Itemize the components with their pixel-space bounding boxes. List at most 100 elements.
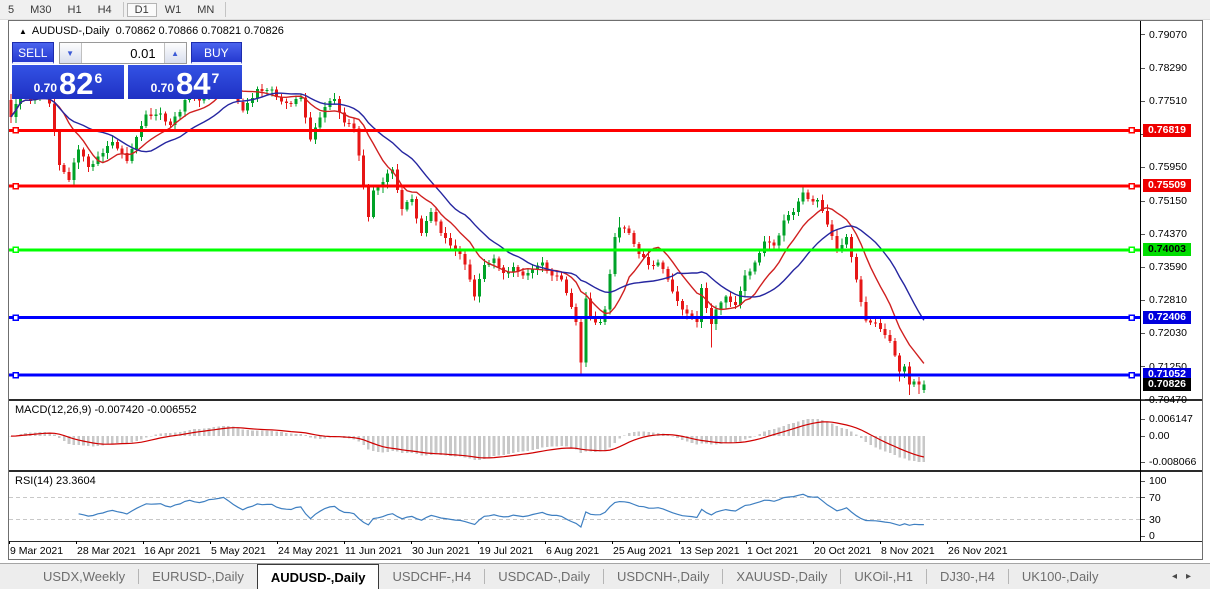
chart-tab-usdchf[interactable]: USDCHF-,H4 (379, 564, 484, 589)
sell-price-box[interactable]: 0.70 82 6 (12, 65, 124, 99)
time-axis-label: 26 Nov 2021 (948, 545, 1008, 557)
buy-price-box[interactable]: 0.70 84 7 (128, 65, 242, 99)
time-axis-label: 25 Aug 2021 (613, 545, 672, 557)
sell-price-sup: 6 (95, 70, 103, 86)
rsi-scale-tick (1141, 497, 1145, 498)
time-axis-tick (813, 541, 814, 544)
time-axis-tick (545, 541, 546, 544)
time-axis-label: 19 Jul 2021 (479, 545, 533, 557)
time-axis-label: 24 May 2021 (278, 545, 339, 557)
macd-name: MACD(12,26,9) (15, 404, 91, 416)
time-axis-label: 30 Jun 2021 (412, 545, 470, 557)
time-axis-tick (880, 541, 881, 544)
buy-price-prefix: 0.70 (151, 81, 174, 95)
price-scale-label: 0.79070 (1149, 29, 1187, 41)
price-scale-tick (1141, 300, 1145, 301)
price-scale-label: 0.77510 (1149, 95, 1187, 107)
chart-tab-usdcnh[interactable]: USDCNH-,Daily (604, 564, 722, 589)
chart-tab-uk100[interactable]: UK100-,Daily (1009, 564, 1112, 589)
timeframe-button-h1[interactable]: H1 (60, 3, 90, 17)
time-axis-label: 1 Oct 2021 (747, 545, 798, 557)
timeframe-button-5[interactable]: 5 (0, 3, 22, 17)
time-axis-tick (612, 541, 613, 544)
price-scale-tick (1141, 267, 1145, 268)
lot-increase-button[interactable]: ▲ (164, 43, 186, 63)
timeframe-button-w1[interactable]: W1 (157, 3, 190, 17)
macd-scale-tick (1141, 462, 1145, 463)
rsi-value: 23.3604 (56, 475, 96, 487)
macd-scale-label: -0.008066 (1149, 456, 1196, 468)
rsi-scale-label: 70 (1149, 492, 1161, 504)
rsi-scale-tick (1141, 536, 1145, 537)
lot-size-input[interactable] (82, 43, 164, 63)
price-scale-label: 0.73590 (1149, 261, 1187, 273)
time-axis-tick (478, 541, 479, 544)
time-axis-tick (277, 541, 278, 544)
rsi-panel-canvas[interactable] (9, 472, 1140, 541)
chart-tab-usdcad[interactable]: USDCAD-,Daily (485, 564, 603, 589)
macd-scale-label: 0.006147 (1149, 413, 1193, 425)
chart-tab-bar: USDX,WeeklyEURUSD-,DailyAUDUSD-,DailyUSD… (0, 563, 1210, 589)
chart-tab-eurusd[interactable]: EURUSD-,Daily (139, 564, 257, 589)
price-level-badge: 0.76819 (1143, 124, 1191, 137)
buy-button[interactable]: BUY (191, 42, 242, 64)
chart-tab-ukoil[interactable]: UKOil-,H1 (841, 564, 926, 589)
macd-scale-tick (1141, 419, 1145, 420)
price-scale-label: 0.74370 (1149, 228, 1187, 240)
chart-ohlc-values: 0.70862 0.70866 0.70821 0.70826 (116, 25, 284, 37)
price-level-badge: 0.74003 (1143, 243, 1191, 256)
time-axis-label: 28 Mar 2021 (77, 545, 136, 557)
sell-price-prefix: 0.70 (34, 81, 57, 95)
timeframe-toolbar: 5M30H1H4 D1W1MN (0, 0, 1210, 20)
rsi-scale-label: 0 (1149, 530, 1155, 542)
time-axis-tick (947, 541, 948, 544)
rsi-name: RSI(14) (15, 475, 53, 487)
sell-price-big: 82 (59, 70, 93, 98)
price-level-badge: 0.75509 (1143, 179, 1191, 192)
chart-window: ▲ AUDUSD-,Daily 0.70862 0.70866 0.70821 0… (8, 20, 1203, 560)
time-axis-label: 16 Apr 2021 (144, 545, 201, 557)
time-axis-tick (210, 541, 211, 544)
rsi-scale-tick (1141, 519, 1145, 520)
time-axis-border (9, 541, 1202, 542)
price-scale-tick (1141, 399, 1145, 400)
price-scale-tick (1141, 366, 1145, 367)
price-scale-tick (1141, 234, 1145, 235)
macd-indicator-label: MACD(12,26,9) -0.007420 -0.006552 (15, 404, 197, 416)
price-level-badge: 0.70826 (1143, 378, 1191, 391)
time-axis-tick (746, 541, 747, 544)
time-axis-tick (143, 541, 144, 544)
chart-tab-xauusd[interactable]: XAUUSD-,Daily (723, 564, 840, 589)
buy-price-sup: 7 (212, 70, 220, 86)
rsi-scale-label: 100 (1149, 475, 1167, 487)
chart-tab-usdx[interactable]: USDX,Weekly (30, 564, 138, 589)
time-axis-label: 5 May 2021 (211, 545, 266, 557)
timeframe-button-h4[interactable]: H4 (90, 3, 120, 17)
chart-tab-dj30[interactable]: DJ30-,H4 (927, 564, 1008, 589)
timeframe-button-m30[interactable]: M30 (22, 3, 59, 17)
price-scale-tick (1141, 333, 1145, 334)
one-click-trading-icon[interactable]: ▲ (19, 27, 27, 36)
toolbar-separator (123, 2, 124, 17)
time-axis-label: 6 Aug 2021 (546, 545, 599, 557)
timeframe-button-mn[interactable]: MN (189, 3, 222, 17)
price-scale-tick (1141, 101, 1145, 102)
rsi-scale-label: 30 (1149, 514, 1161, 526)
price-scale-label: 0.72810 (1149, 294, 1187, 306)
tab-scroll-arrows[interactable]: ◂▸ (1172, 571, 1200, 582)
price-scale-label: 0.70470 (1149, 394, 1187, 406)
macd-scale-tick (1141, 436, 1145, 437)
lot-decrease-button[interactable]: ▼ (60, 43, 82, 63)
price-scale-label: 0.72030 (1149, 327, 1187, 339)
time-axis-tick (344, 541, 345, 544)
chart-tab-audusd[interactable]: AUDUSD-,Daily (257, 564, 380, 589)
timeframe-button-d1[interactable]: D1 (127, 3, 157, 17)
price-scale-label: 0.78290 (1149, 62, 1187, 74)
sell-button[interactable]: SELL (12, 42, 54, 64)
chart-symbol-label: AUDUSD-,Daily (32, 25, 110, 37)
time-axis-tick (679, 541, 680, 544)
price-scale-border (1140, 21, 1141, 541)
time-axis-label: 8 Nov 2021 (881, 545, 935, 557)
price-scale-tick (1141, 201, 1145, 202)
macd-values: -0.007420 -0.006552 (94, 404, 196, 416)
